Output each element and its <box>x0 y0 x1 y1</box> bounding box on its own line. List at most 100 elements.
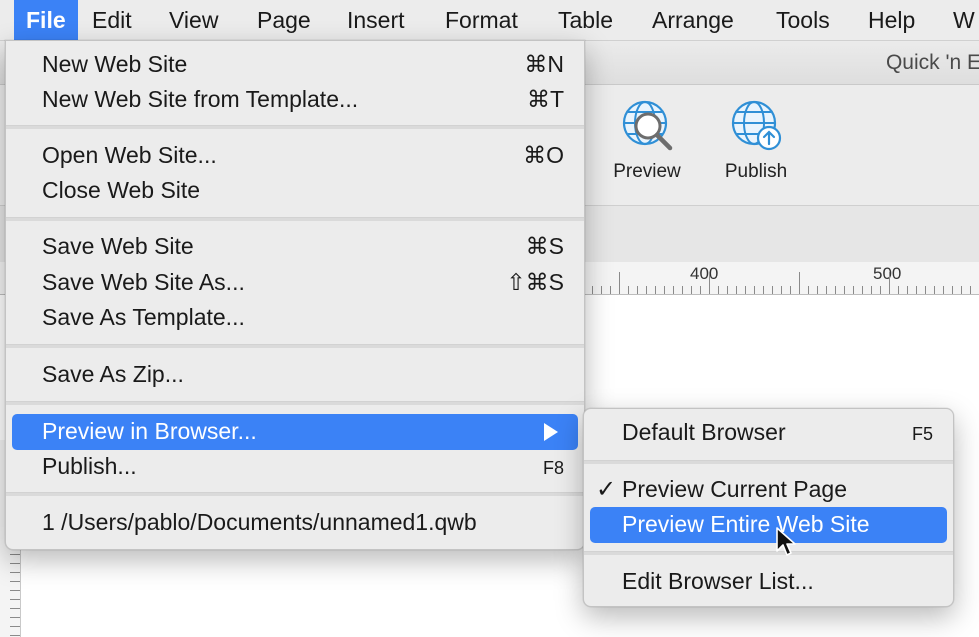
menu-item-preview-in-browser[interactable]: Preview in Browser... <box>12 414 578 450</box>
ruler-tick <box>10 563 20 564</box>
ruler-tick <box>601 286 602 294</box>
ruler-tick <box>10 617 20 618</box>
ruler-tick <box>808 286 809 294</box>
menu-file[interactable]: File <box>14 0 78 40</box>
menu-table[interactable]: Table <box>558 0 613 40</box>
ruler-tick <box>835 286 836 294</box>
menu-window[interactable]: W <box>953 0 975 40</box>
menu-edit[interactable]: Edit <box>92 0 132 40</box>
ruler-tick <box>916 286 917 294</box>
ruler-tick <box>772 286 773 294</box>
menu-item-save-web-site[interactable]: Save Web Site ⌘S <box>12 229 578 265</box>
ruler-label-500: 500 <box>873 264 902 283</box>
checkmark-icon: ✓ <box>596 476 617 503</box>
menu-item-shortcut: ⌘N <box>524 51 564 77</box>
window-title: Quick 'n E <box>885 51 979 74</box>
menu-separator <box>584 460 953 464</box>
menu-insert[interactable]: Insert <box>347 0 405 40</box>
ruler-tick <box>970 286 971 294</box>
menu-separator <box>6 125 584 129</box>
ruler-tick <box>862 286 863 294</box>
menu-item-label: New Web Site <box>42 51 188 77</box>
globe-upload-icon <box>701 97 811 155</box>
ruler-tick <box>826 286 827 294</box>
menu-page[interactable]: Page <box>257 0 311 40</box>
ruler-tick <box>619 272 620 294</box>
menu-item-new-from-template[interactable]: New Web Site from Template... ⌘T <box>12 82 578 118</box>
menu-separator <box>6 217 584 221</box>
menu-separator <box>6 492 584 496</box>
ruler-tick <box>853 286 854 294</box>
ruler-tick <box>592 286 593 294</box>
submenu-arrow-icon <box>544 423 558 441</box>
menu-item-label: Save As Template... <box>42 304 245 330</box>
publish-button[interactable]: Publish <box>701 97 811 183</box>
menu-item-open-web-site[interactable]: Open Web Site... ⌘O <box>12 138 578 174</box>
menu-item-recent-file[interactable]: 1 /Users/pablo/Documents/unnamed1.qwb <box>12 505 578 541</box>
ruler-tick <box>745 286 746 294</box>
submenu-item-default-browser[interactable]: Default Browser F5 <box>590 415 947 451</box>
menu-item-new-web-site[interactable]: New Web Site ⌘N <box>12 47 578 83</box>
ruler-tick <box>10 590 20 591</box>
ruler-tick <box>736 286 737 294</box>
ruler-tick <box>610 286 611 294</box>
ruler-tick <box>709 272 710 294</box>
ruler-tick <box>682 286 683 294</box>
ruler-tick <box>889 272 890 294</box>
submenu-item-preview-current-page[interactable]: ✓ Preview Current Page <box>590 472 947 508</box>
ruler-tick <box>700 286 701 294</box>
menu-item-shortcut: ⌘T <box>526 86 564 112</box>
ruler-tick <box>664 286 665 294</box>
menu-view[interactable]: View <box>169 0 218 40</box>
menu-item-shortcut: ⌘O <box>523 142 564 168</box>
ruler-label-400: 400 <box>690 264 719 283</box>
ruler-tick <box>781 286 782 294</box>
menu-help[interactable]: Help <box>868 0 915 40</box>
menu-item-save-web-site-as[interactable]: Save Web Site As... ⇧⌘S <box>12 265 578 301</box>
ruler-tick <box>10 554 20 555</box>
menu-arrange[interactable]: Arrange <box>652 0 734 40</box>
menu-item-label: Save Web Site <box>42 233 194 259</box>
menu-item-label: Save Web Site As... <box>42 269 245 295</box>
menu-tools[interactable]: Tools <box>776 0 830 40</box>
ruler-tick <box>907 286 908 294</box>
menu-item-label: Open Web Site... <box>42 142 217 168</box>
menu-item-shortcut: ⇧⌘S <box>506 269 564 295</box>
menu-item-label: Close Web Site <box>42 177 201 203</box>
menu-item-close-web-site[interactable]: Close Web Site <box>12 173 578 209</box>
ruler-tick <box>844 286 845 294</box>
ruler-tick <box>871 286 872 294</box>
submenu-item-preview-entire-web-site[interactable]: Preview Entire Web Site <box>590 507 947 543</box>
ruler-tick <box>799 272 800 294</box>
menu-item-save-as-template[interactable]: Save As Template... <box>12 300 578 336</box>
ruler-tick <box>10 581 20 582</box>
menu-separator <box>6 344 584 348</box>
ruler-tick <box>961 286 962 294</box>
preview-button[interactable]: Preview <box>592 97 702 183</box>
preview-in-browser-submenu: Default Browser F5 ✓ Preview Current Pag… <box>583 408 954 607</box>
ruler-tick <box>790 286 791 294</box>
menu-separator <box>584 551 953 555</box>
ruler-tick <box>880 286 881 294</box>
menu-item-save-as-zip[interactable]: Save As Zip... <box>12 357 578 393</box>
menu-item-shortcut: F8 <box>542 458 564 478</box>
submenu-item-edit-browser-list[interactable]: Edit Browser List... <box>590 564 947 600</box>
menu-item-shortcut: F5 <box>911 424 933 444</box>
menu-item-label: Preview in Browser... <box>42 418 257 444</box>
ruler-tick <box>655 286 656 294</box>
menu-item-label: Save As Zip... <box>42 361 184 387</box>
ruler-tick <box>646 286 647 294</box>
menu-item-label: Preview Current Page <box>622 476 847 502</box>
menu-item-publish[interactable]: Publish... F8 <box>12 449 578 485</box>
menu-item-label: New Web Site from Template... <box>42 86 359 112</box>
preview-label: Preview <box>613 161 681 182</box>
ruler-tick <box>817 286 818 294</box>
ruler-tick <box>10 572 20 573</box>
publish-label: Publish <box>724 161 788 182</box>
mouse-pointer-icon <box>775 526 797 563</box>
ruler-tick <box>754 286 755 294</box>
menu-separator <box>6 401 584 405</box>
ruler-tick <box>10 608 20 609</box>
ruler-tick <box>952 286 953 294</box>
menu-format[interactable]: Format <box>445 0 518 40</box>
